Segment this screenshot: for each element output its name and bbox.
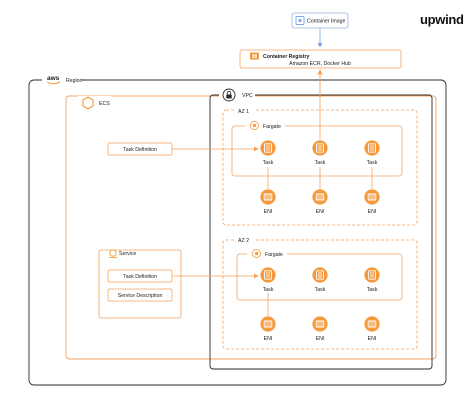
task-icon — [364, 267, 380, 283]
eni-node: ENI — [312, 189, 328, 215]
container-registry-node: Container Registry Amazon ECR, Docker Hu… — [239, 49, 402, 69]
ecs-label: ECS — [99, 101, 110, 107]
svg-text:Task: Task — [367, 160, 378, 166]
svg-text:Task: Task — [263, 160, 274, 166]
az2-label: AZ 2 — [238, 238, 249, 244]
eni-icon — [364, 316, 380, 332]
svg-text:Task: Task — [315, 287, 326, 293]
container-image-node: Container Image — [291, 12, 349, 29]
svg-text:ENI: ENI — [368, 209, 377, 215]
task-node: Task — [312, 140, 328, 166]
service-node: Service Task Definition Service Descript… — [98, 249, 182, 319]
az1-label: AZ 1 — [238, 109, 249, 115]
task-icon — [312, 140, 328, 156]
architecture-diagram: upwind Container Image Container Registr… — [28, 12, 464, 386]
eni-node: ENI — [364, 189, 380, 215]
eni-node: ENI — [260, 189, 276, 215]
service-label: Service — [119, 251, 136, 257]
svg-text:ENI: ENI — [264, 336, 273, 342]
vpc-label: VPC — [242, 93, 253, 99]
svg-text:ENI: ENI — [316, 209, 325, 215]
region-label: Region — [66, 78, 83, 84]
container-registry-icon — [250, 52, 259, 60]
svg-text:ENI: ENI — [316, 336, 325, 342]
registry-subtitle: Amazon ECR, Docker Hub — [289, 61, 351, 67]
ecs-cluster: ECS — [65, 95, 437, 360]
svg-text:ENI: ENI — [264, 209, 273, 215]
svg-text:Task: Task — [367, 287, 378, 293]
svg-text:Task: Task — [263, 287, 274, 293]
svg-text:aws: aws — [47, 75, 60, 82]
az2-fargate-label: Fargate — [265, 252, 283, 258]
az1-fargate-label: Fargate — [263, 124, 281, 130]
eni-node: ENI — [260, 316, 276, 342]
task-node: Task — [312, 267, 328, 293]
eni-icon — [260, 189, 276, 205]
registry-title: Container Registry — [263, 54, 310, 60]
upwind-logo: upwind — [420, 12, 464, 27]
task-node: Task — [260, 140, 276, 166]
task-definition-node: Task Definition — [107, 142, 173, 156]
eni-icon — [364, 189, 380, 205]
eni-icon — [260, 316, 276, 332]
task-definition-label: Task Definition — [123, 147, 157, 153]
task-icon — [312, 267, 328, 283]
task-node: Task — [260, 267, 276, 293]
task-icon — [260, 140, 276, 156]
svg-text:Task: Task — [315, 160, 326, 166]
task-icon — [260, 267, 276, 283]
task-node: Task — [364, 267, 380, 293]
eni-icon — [312, 316, 328, 332]
svg-text:ENI: ENI — [368, 336, 377, 342]
service-icon — [109, 249, 117, 258]
service-description-label: Service Description — [118, 293, 163, 299]
eni-node: ENI — [364, 316, 380, 342]
lock-icon — [222, 88, 236, 102]
az1-task-eni-links — [267, 167, 373, 189]
container-image-label: Container Image — [307, 19, 345, 25]
task-icon — [364, 140, 380, 156]
aws-region: aws Region — [28, 74, 447, 386]
service-task-definition-label: Task Definition — [123, 274, 157, 280]
eni-icon — [312, 189, 328, 205]
az2-nodes: Task Task Task ENI ENI ENI — [260, 267, 380, 342]
task-node: Task — [364, 140, 380, 166]
eni-node: ENI — [312, 316, 328, 342]
